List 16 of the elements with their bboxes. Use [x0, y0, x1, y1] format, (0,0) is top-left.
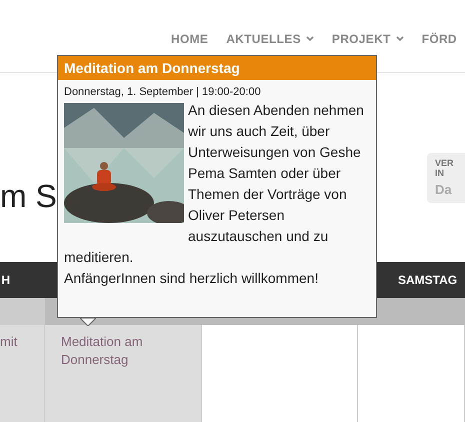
nav-link[interactable]: AKTUELLES	[226, 30, 314, 48]
event-date: Donnerstag, 1. September | 19:00-20:00	[64, 85, 262, 100]
nav-link[interactable]: HOME	[171, 30, 208, 48]
widget-value: Da	[435, 182, 453, 197]
nav-link[interactable]: FÖRD	[422, 30, 457, 48]
popup-title: Meditation am Donnerstag	[58, 56, 376, 80]
widget-heading: VER IN	[435, 158, 455, 178]
calendar-event[interactable]: mit	[0, 333, 18, 351]
calendar-event[interactable]: Meditation am Donnerstag	[61, 333, 201, 369]
event-note: AnfängerInnen sind herzlich willkommen!	[64, 269, 320, 288]
nav-link[interactable]: PROJEKT	[332, 30, 404, 48]
day-header: H	[1, 272, 10, 289]
event-description: meditieren.	[64, 248, 134, 267]
day-header: SAMSTAG	[398, 272, 458, 289]
event-description: An diesen Abenden nehmen wir uns auch Zeit, über Unterweisungen von Geshe Pema Samten oder über Themen der Vorträge von Oliver Petersen auszutauschen und zu	[188, 101, 365, 246]
page-title: m S	[0, 177, 57, 216]
